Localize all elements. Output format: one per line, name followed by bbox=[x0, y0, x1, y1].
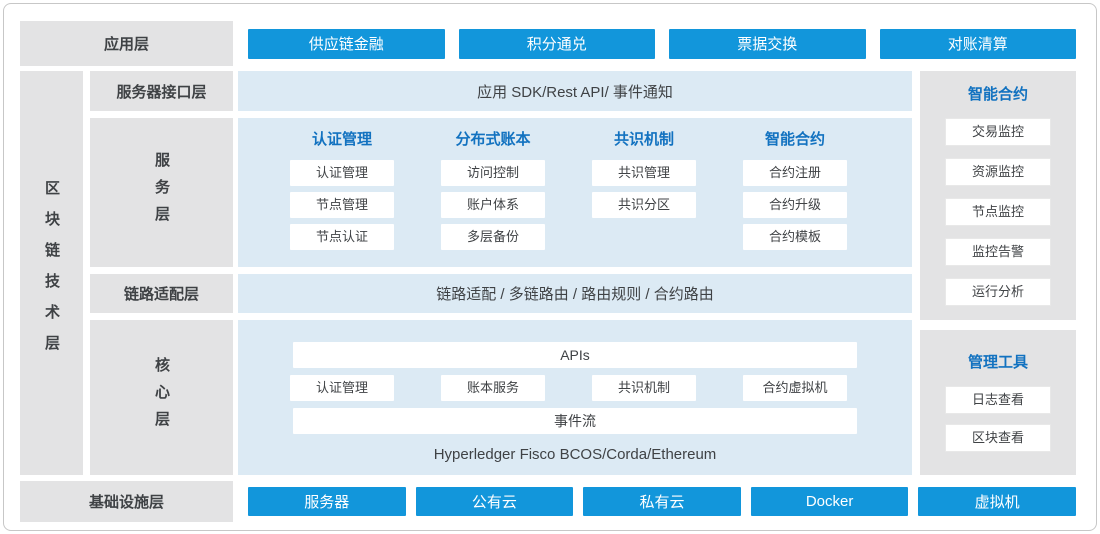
service-layer-label: 服务层 bbox=[90, 118, 233, 267]
core-item: 账本服务 bbox=[441, 375, 545, 401]
tech-layer-label-text: 区块链技术层 bbox=[41, 180, 62, 366]
monitor-item: 节点监控 bbox=[945, 198, 1051, 226]
service-item: 节点管理 bbox=[290, 192, 394, 218]
service-column-header: 共识机制 bbox=[592, 130, 696, 150]
app-button-supply-chain-finance: 供应链金融 bbox=[248, 29, 445, 59]
service-column-consensus: 共识机制 共识管理 共识分区 bbox=[592, 130, 696, 267]
service-item: 账户体系 bbox=[441, 192, 545, 218]
app-layer-buttons: 供应链金融 积分通兑 票据交换 对账清算 bbox=[248, 21, 1076, 66]
monitor-item: 交易监控 bbox=[945, 118, 1051, 146]
service-column-header: 智能合约 bbox=[743, 130, 847, 150]
app-button-points-exchange: 积分通兑 bbox=[459, 29, 656, 59]
infra-button-server: 服务器 bbox=[248, 487, 406, 516]
apis-bar: APIs bbox=[293, 342, 857, 368]
infra-layer-label: 基础设施层 bbox=[20, 481, 233, 522]
monitor-item: 运行分析 bbox=[945, 278, 1051, 306]
link-layer-band: 链路适配 / 多链路由 / 路由规则 / 合约路由 bbox=[238, 274, 912, 313]
service-item: 认证管理 bbox=[290, 160, 394, 186]
service-column-header: 分布式账本 bbox=[441, 130, 545, 150]
app-button-reconciliation: 对账清算 bbox=[880, 29, 1077, 59]
smart-contract-panel-header: 智能合约 bbox=[920, 84, 1076, 106]
tool-item: 日志查看 bbox=[945, 386, 1051, 414]
app-layer-label: 应用层 bbox=[20, 21, 233, 66]
interface-layer-label: 服务器接口层 bbox=[90, 71, 233, 111]
smart-contract-panel: 智能合约 交易监控 资源监控 节点监控 监控告警 运行分析 bbox=[920, 71, 1076, 320]
service-item: 节点认证 bbox=[290, 224, 394, 250]
smart-contract-panel-items: 交易监控 资源监控 节点监控 监控告警 运行分析 bbox=[920, 118, 1076, 306]
link-layer-label: 链路适配层 bbox=[90, 274, 233, 313]
service-column-auth: 认证管理 认证管理 节点管理 节点认证 bbox=[290, 130, 394, 267]
interface-layer-band: 应用 SDK/Rest API/ 事件通知 bbox=[238, 71, 912, 111]
management-tools-panel-header: 管理工具 bbox=[920, 352, 1076, 374]
tech-layer-label: 区块链技术层 bbox=[20, 71, 83, 475]
core-layer-label-text: 核心层 bbox=[151, 357, 172, 438]
infra-button-vm: 虚拟机 bbox=[918, 487, 1076, 516]
service-layer-panel: 认证管理 认证管理 节点管理 节点认证 分布式账本 访问控制 账户体系 多层备份… bbox=[238, 118, 912, 267]
core-layer-label: 核心层 bbox=[90, 320, 233, 475]
platforms-text: Hyperledger Fisco BCOS/Corda/Ethereum bbox=[238, 446, 912, 463]
blockchain-architecture-diagram: 应用层 供应链金融 积分通兑 票据交换 对账清算 区块链技术层 服务器接口层 应… bbox=[0, 0, 1100, 534]
service-item: 共识分区 bbox=[592, 192, 696, 218]
service-item: 合约升级 bbox=[743, 192, 847, 218]
core-item: 共识机制 bbox=[592, 375, 696, 401]
infra-button-public-cloud: 公有云 bbox=[416, 487, 574, 516]
service-item: 合约注册 bbox=[743, 160, 847, 186]
monitor-item: 资源监控 bbox=[945, 158, 1051, 186]
infra-button-docker: Docker bbox=[751, 487, 909, 516]
event-stream-bar: 事件流 bbox=[293, 408, 857, 434]
service-column-smart-contract: 智能合约 合约注册 合约升级 合约模板 bbox=[743, 130, 847, 267]
infra-button-private-cloud: 私有云 bbox=[583, 487, 741, 516]
core-item: 合约虚拟机 bbox=[743, 375, 847, 401]
core-item: 认证管理 bbox=[290, 375, 394, 401]
service-item: 合约模板 bbox=[743, 224, 847, 250]
service-item: 多层备份 bbox=[441, 224, 545, 250]
tool-item: 区块查看 bbox=[945, 424, 1051, 452]
core-items-row: 认证管理 账本服务 共识机制 合约虚拟机 bbox=[290, 375, 847, 401]
service-item: 访问控制 bbox=[441, 160, 545, 186]
service-item: 共识管理 bbox=[592, 160, 696, 186]
infra-layer-buttons: 服务器 公有云 私有云 Docker 虚拟机 bbox=[248, 481, 1076, 522]
service-layer-label-text: 服务层 bbox=[151, 152, 172, 233]
management-tools-panel: 管理工具 日志查看 区块查看 bbox=[920, 330, 1076, 475]
monitor-item: 监控告警 bbox=[945, 238, 1051, 266]
service-column-ledger: 分布式账本 访问控制 账户体系 多层备份 bbox=[441, 130, 545, 267]
management-tools-panel-items: 日志查看 区块查看 bbox=[920, 386, 1076, 452]
app-button-bill-exchange: 票据交换 bbox=[669, 29, 866, 59]
service-column-header: 认证管理 bbox=[290, 130, 394, 150]
core-layer-panel: APIs 认证管理 账本服务 共识机制 合约虚拟机 事件流 Hyperledge… bbox=[238, 320, 912, 475]
